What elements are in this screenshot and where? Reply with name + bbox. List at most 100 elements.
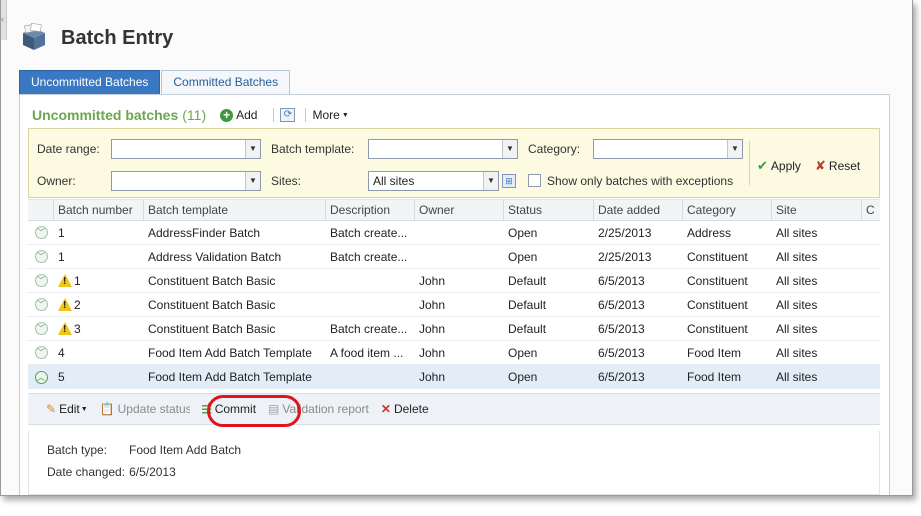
site-hierarchy-icon[interactable]: ⊞	[502, 174, 516, 188]
owner-cell: John	[415, 298, 504, 312]
batch-template-cell: Constituent Batch Basic	[144, 322, 326, 336]
batch-number-text: 1	[74, 273, 81, 288]
tab-uncommitted-batches[interactable]: Uncommitted Batches	[19, 70, 161, 94]
batch-template-text: Address Validation Batch	[148, 249, 282, 264]
batch-number-cell: 5	[54, 370, 144, 384]
batches-grid: Batch number Batch template Description …	[28, 199, 880, 389]
sites-value: All sites	[373, 174, 415, 188]
delete-button[interactable]: ✕ Delete	[381, 402, 429, 416]
uncommitted-batches-panel: Uncommitted batches (11) + Add ⟳ More ▼ …	[19, 94, 890, 495]
warning-icon	[58, 297, 72, 311]
chevron-down-icon[interactable]: ﹀	[34, 298, 48, 311]
category-cell: Constituent	[683, 322, 772, 336]
row-expander-cell: ﹀	[28, 226, 54, 239]
table-row[interactable]: ﹀ 3 Constituent Batch Basic Batch create...…	[28, 317, 880, 341]
reset-label: Reset	[828, 159, 861, 173]
column-header[interactable]: Date added	[594, 200, 683, 220]
table-row[interactable]: ﹀ 1 Constituent Batch Basic John Default 6/5/…	[28, 269, 880, 293]
owner-text: John	[419, 345, 446, 360]
batch-template-cell: Food Item Add Batch Template	[144, 346, 326, 360]
column-header[interactable]: Batch number	[54, 200, 144, 220]
more-menu-button[interactable]: More ▼	[312, 108, 348, 122]
status-text: Default	[508, 297, 547, 312]
category-label: Category:	[528, 142, 581, 156]
site-cell: All sites	[772, 322, 862, 336]
status-text: Default	[508, 321, 547, 336]
sites-label: Sites:	[271, 174, 302, 188]
column-header[interactable]: Batch template	[144, 200, 326, 220]
owner-select[interactable]: ▼	[111, 171, 261, 191]
chevron-down-icon[interactable]: ﹀	[34, 346, 48, 359]
batch-template-select[interactable]: ▼	[368, 139, 518, 159]
chevron-down-icon[interactable]: ﹀	[34, 250, 48, 263]
column-header[interactable]: Category	[683, 200, 772, 220]
site-text: All sites	[776, 345, 818, 360]
chevron-down-icon[interactable]: ﹀	[34, 226, 48, 239]
description-text: Batch create...	[330, 249, 408, 264]
add-button[interactable]: + Add	[220, 108, 257, 122]
more-label: More	[312, 108, 340, 122]
status-text: Default	[508, 273, 547, 288]
category-cell: Food Item	[683, 370, 772, 384]
site-cell: All sites	[772, 346, 862, 360]
date-added-text: 6/5/2013	[598, 297, 645, 312]
exceptions-checkbox[interactable]	[528, 174, 541, 187]
edit-button[interactable]: ✎ Edit ▼	[46, 402, 88, 416]
chevron-down-icon: ▼	[245, 172, 260, 190]
table-row[interactable]: ﹀ 1 AddressFinder Batch Batch create... Open…	[28, 221, 880, 245]
date-added-cell: 6/5/2013	[594, 346, 683, 360]
date-range-select[interactable]: ▼	[111, 139, 261, 159]
description-cell: A food item ...	[326, 346, 415, 360]
add-label: Add	[236, 108, 258, 122]
batch-number-text: 3	[74, 321, 81, 336]
date-changed-row: Date changed: 6/5/2013	[47, 465, 176, 479]
chevron-down-icon[interactable]: ﹀	[34, 322, 48, 335]
table-row[interactable]: ︿ 5 Food Item Add Batch Template John Open 6/…	[28, 365, 880, 389]
table-row[interactable]: ﹀ 1 Address Validation Batch Batch create..…	[28, 245, 880, 269]
chevron-down-icon: ▼	[727, 140, 742, 158]
batch-number-text: 2	[74, 297, 81, 312]
status-cell: Open	[504, 370, 594, 384]
description-cell: Batch create...	[326, 226, 415, 240]
delete-label: Delete	[393, 402, 429, 416]
status-text: Open	[508, 225, 538, 240]
description-cell: Batch create...	[326, 250, 415, 264]
chevron-down-icon[interactable]: ﹀	[34, 274, 48, 287]
apply-button[interactable]: ✔ Apply	[757, 158, 801, 174]
status-cell: Default	[504, 274, 594, 288]
row-expander-cell: ﹀	[28, 250, 54, 263]
batch-number-cell: 3	[54, 321, 144, 336]
column-header[interactable]: Description	[326, 200, 415, 220]
description-text: A food item ...	[330, 345, 404, 360]
status-cell: Default	[504, 298, 594, 312]
column-header[interactable]: Owner	[415, 200, 504, 220]
table-row[interactable]: ﹀ 4 Food Item Add Batch Template A food ite…	[28, 341, 880, 365]
chevron-left-icon: ‹	[1, 14, 4, 24]
date-added-text: 2/25/2013	[598, 225, 652, 240]
category-cell: Constituent	[683, 274, 772, 288]
chevron-up-icon[interactable]: ︿	[34, 370, 48, 384]
table-row[interactable]: ﹀ 2 Constituent Batch Basic John Default 6/5/…	[28, 293, 880, 317]
filter-bar: Date range: ▼ Batch template: ▼ Category…	[28, 128, 880, 198]
toolbar-divider	[305, 108, 307, 122]
update-status-button[interactable]: 📋 Update status	[100, 402, 190, 416]
category-text: Constituent	[687, 321, 748, 336]
category-cell: Constituent	[683, 250, 772, 264]
column-header[interactable]: C	[862, 200, 880, 220]
batch-template-text: Constituent Batch Basic	[148, 273, 276, 288]
collapse-handle[interactable]: ‹	[1, 0, 7, 40]
status-text: Open	[508, 345, 538, 360]
filter-reset-icon: ✘	[815, 158, 826, 173]
sites-select[interactable]: All sites ▼	[368, 171, 499, 191]
category-select[interactable]: ▼	[593, 139, 743, 159]
chevron-down-icon: ▼	[245, 140, 260, 158]
column-header[interactable]: Status	[504, 200, 594, 220]
tab-committed-batches[interactable]: Committed Batches	[161, 70, 291, 94]
category-text: Constituent	[687, 297, 748, 312]
batch-template-text: Food Item Add Batch Template	[148, 345, 312, 360]
date-added-text: 2/25/2013	[598, 249, 652, 264]
site-cell: All sites	[772, 274, 862, 288]
refresh-icon[interactable]: ⟳	[280, 108, 296, 122]
reset-button[interactable]: ✘ Reset	[815, 158, 860, 174]
column-header[interactable]: Site	[772, 200, 862, 220]
